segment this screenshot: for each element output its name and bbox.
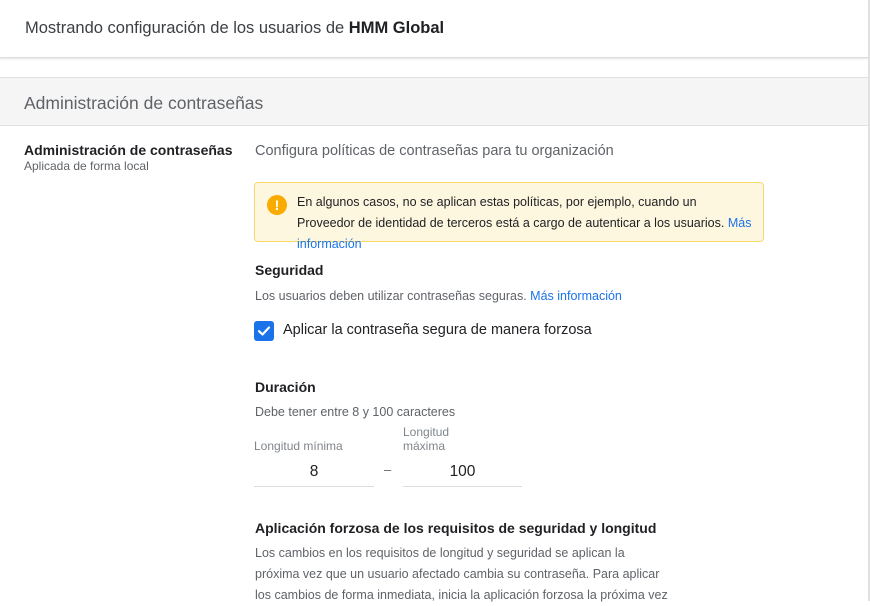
max-length-input[interactable]: 100 xyxy=(403,460,522,487)
duration-title: Duración xyxy=(255,379,316,395)
security-title: Seguridad xyxy=(255,262,324,278)
checkmark-icon xyxy=(257,326,271,336)
setting-intro: Configura políticas de contraseñas para … xyxy=(255,143,614,159)
max-length-value[interactable]: 100 xyxy=(403,463,522,481)
section-header: Administración de contraseñas xyxy=(0,77,868,126)
enforcement-line-1: Los cambios en los requisitos de longitu… xyxy=(255,546,625,560)
enforcement-line-2: próxima vez que un usuario afectado camb… xyxy=(255,567,660,581)
duration-description: Debe tener entre 8 y 100 caracteres xyxy=(255,405,456,419)
enforcement-description: Los cambios en los requisitos de longitu… xyxy=(255,543,675,606)
max-length-label-line2: máxima xyxy=(403,439,446,453)
notice-text-block: En algunos casos, no se aplican estas po… xyxy=(297,192,757,255)
setting-name: Administración de contraseñas xyxy=(24,142,233,158)
enforcement-title: Aplicación forzosa de los requisitos de … xyxy=(255,520,657,536)
notice-text: En algunos casos, no se aplican estas po… xyxy=(297,195,725,230)
max-length-label: Longitud máxima xyxy=(403,425,449,453)
page-title: Mostrando configuración de los usuarios … xyxy=(25,19,444,38)
info-notice: ! En algunos casos, no se aplican estas … xyxy=(254,182,764,251)
strong-password-checkbox[interactable] xyxy=(254,321,274,341)
top-bar: Mostrando configuración de los usuarios … xyxy=(0,0,868,58)
warning-icon: ! xyxy=(267,195,287,215)
org-name: HMM Global xyxy=(348,19,445,37)
max-length-label-line1: Longitud xyxy=(403,425,450,439)
security-description-block: Los usuarios deben utilizar contraseñas … xyxy=(255,289,622,303)
section-title: Administración de contraseñas xyxy=(24,93,264,113)
page-title-prefix: Mostrando configuración de los usuarios … xyxy=(25,19,345,37)
security-more-info-link[interactable]: Más información xyxy=(530,289,622,303)
security-description: Los usuarios deben utilizar contraseñas … xyxy=(255,289,527,303)
strong-password-label[interactable]: Aplicar la contraseña segura de manera f… xyxy=(283,322,592,338)
setting-scope: Aplicada de forma local xyxy=(24,159,149,173)
min-length-value[interactable]: 8 xyxy=(254,463,374,481)
min-length-input[interactable]: 8 xyxy=(254,460,374,487)
min-length-label: Longitud mínima xyxy=(254,439,343,453)
range-separator: – xyxy=(384,462,392,477)
enforcement-line-3: los cambios de forma inmediata, inicia l… xyxy=(255,588,668,602)
